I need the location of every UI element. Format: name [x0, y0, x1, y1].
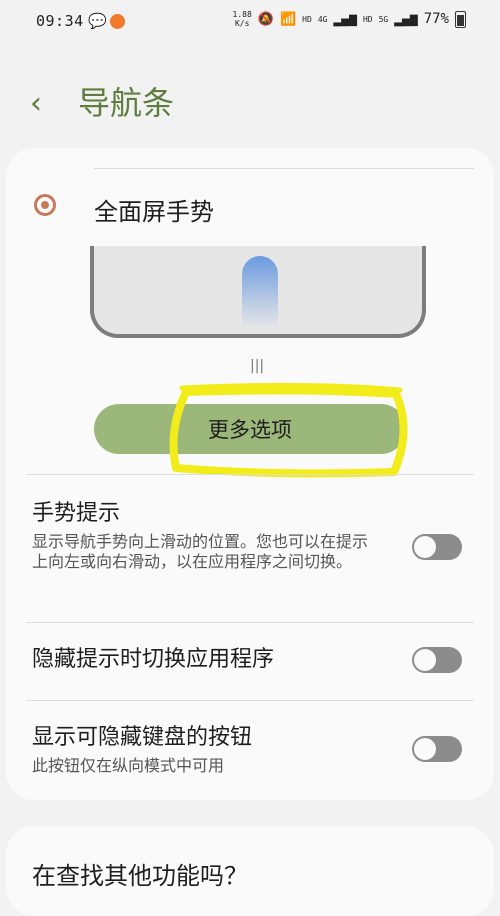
setting-switch-apps-name: 隐藏提示时切换应用程序 — [32, 647, 275, 672]
chevron-left-icon[interactable]: ‹ — [30, 84, 42, 124]
divider — [26, 622, 474, 623]
network-hd-label: HD — [362, 14, 373, 24]
setting-gesture-hint-description: 显示导航手势向上滑动的位置。您也可以在提示上向左或向右滑动，以在应用程序之间切换… — [32, 532, 369, 571]
setting-keyboard-button[interactable]: 显示可隐藏键盘的按钮 此按钮仅在纵向模式中可用 — [32, 724, 472, 776]
signal-icon-1: ▂▄▆ — [333, 11, 357, 27]
more-features-card: 在查找其他功能吗？ — [6, 826, 494, 916]
battery-percent: 77% — [423, 11, 449, 27]
top-divider — [94, 168, 474, 169]
keyboard-button-toggle[interactable] — [412, 736, 462, 762]
setting-switch-apps[interactable]: 隐藏提示时切换应用程序 — [32, 646, 472, 674]
network-speed-unit: K/s — [234, 19, 250, 28]
battery-icon — [455, 10, 466, 28]
status-time: 09:34 — [36, 12, 84, 30]
more-options-button[interactable]: 更多选项 — [94, 404, 406, 454]
status-bar: 09:34 💬 1.88 K/s 🔕 📶 HD 4G ▂▄▆ HD 5G ▂▄▆… — [0, 0, 500, 44]
divider — [26, 474, 474, 475]
page-header: ‹ 导航条 — [0, 80, 500, 128]
network-speed: 1.88 K/s — [233, 10, 252, 28]
setting-keyboard-button-name: 显示可隐藏键盘的按钮 — [32, 725, 253, 750]
drag-handle-icon: ||| — [250, 358, 265, 374]
toggle-knob — [414, 649, 436, 671]
more-features-question: 在查找其他功能吗？ — [32, 862, 248, 890]
setting-keyboard-button-description: 此按钮仅在纵向模式中可用 — [32, 756, 225, 775]
app-notification-icon — [110, 14, 125, 29]
gesture-hint-toggle[interactable] — [412, 534, 462, 560]
setting-gesture-hint[interactable]: 手势提示 显示导航手势向上滑动的位置。您也可以在提示上向左或向右滑动，以在应用程… — [32, 500, 472, 572]
gesture-preview-illustration — [90, 246, 426, 338]
gesture-swipe-indicator — [242, 256, 278, 328]
signal-icon-2: ▂▄▆ — [394, 11, 418, 27]
chat-bubble-icon: 💬 — [88, 12, 107, 30]
gesture-radio-button[interactable] — [34, 194, 56, 216]
mute-icon: 🔕 — [257, 11, 274, 27]
navigation-settings-card: 全面屏手势 ||| 更多选项 手势提示 显示导航手势向上滑动的位置。您也可以在提… — [6, 148, 494, 800]
setting-gesture-hint-name: 手势提示 — [32, 501, 121, 526]
wifi-hd-label: HD — [302, 14, 312, 24]
page-title: 导航条 — [78, 84, 175, 122]
network-speed-value: 1.88 — [232, 10, 252, 19]
status-right-group: 1.88 K/s 🔕 📶 HD 4G ▂▄▆ HD 5G ▂▄▆ 77% — [233, 10, 466, 28]
wifi-icon: 📶 — [279, 11, 297, 27]
toggle-knob — [414, 536, 436, 558]
divider — [26, 700, 474, 701]
toggle-knob — [414, 738, 436, 760]
network-4g-label: 4G — [317, 14, 328, 24]
network-5g-label: 5G — [378, 14, 389, 24]
switch-apps-toggle[interactable] — [412, 647, 462, 673]
gesture-option-label[interactable]: 全面屏手势 — [94, 192, 214, 227]
